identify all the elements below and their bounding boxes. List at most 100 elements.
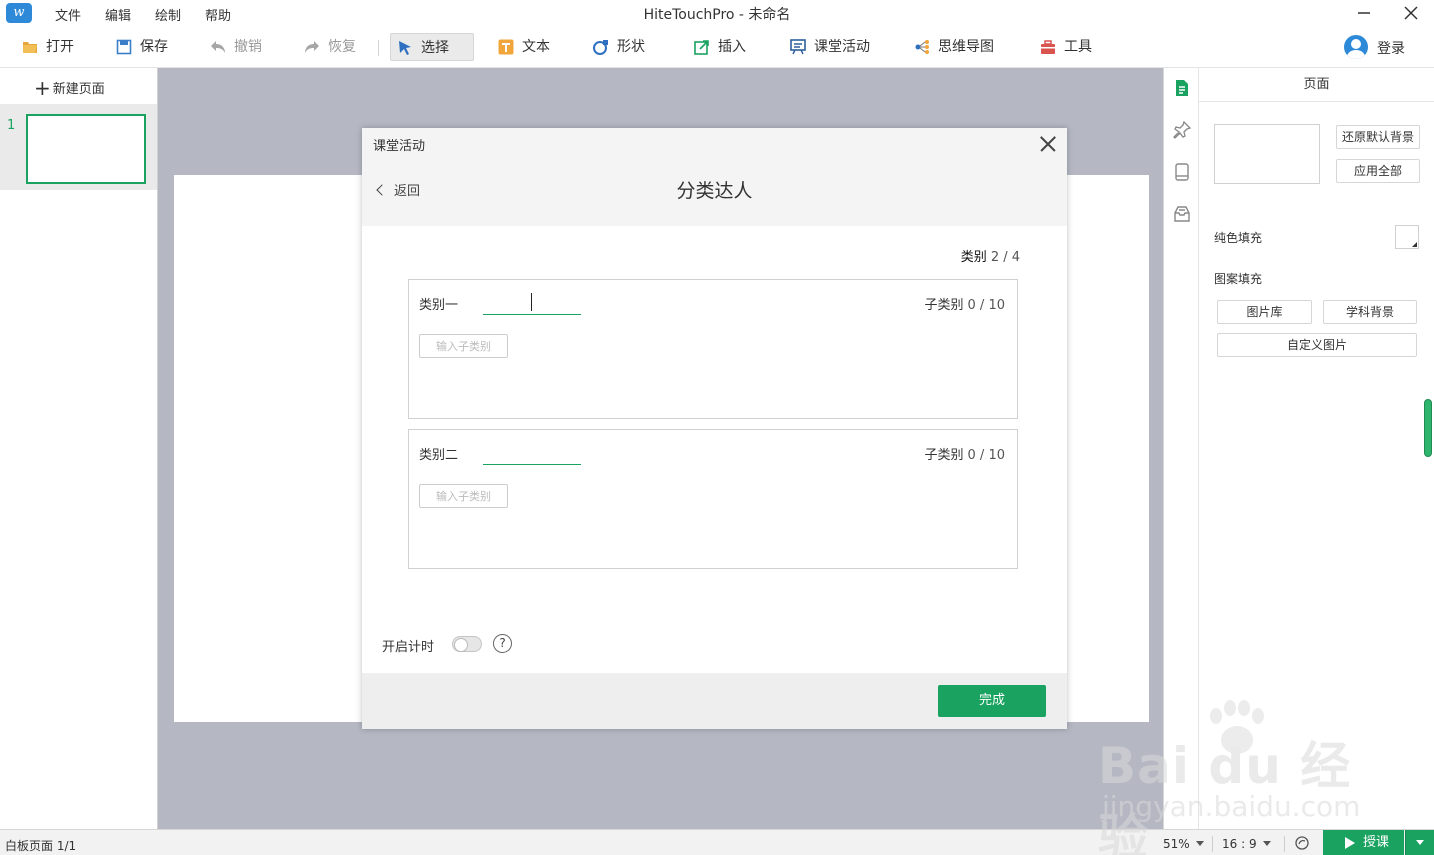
activity-heading: 分类达人 xyxy=(676,180,753,202)
shape-label: 形状 xyxy=(617,39,645,55)
teach-options-dropdown[interactable] xyxy=(1405,830,1434,855)
custom-image-button[interactable]: 自定义图片 xyxy=(1217,333,1417,357)
activity-button[interactable]: 课堂活动 xyxy=(784,33,878,61)
select-button[interactable]: 选择 xyxy=(390,33,474,61)
status-divider xyxy=(1212,836,1213,852)
subcategory-counter-label: 子类别 xyxy=(924,298,964,313)
image-library-button[interactable]: 图片库 xyxy=(1217,300,1312,324)
new-page-button[interactable]: + 新建页面 xyxy=(34,76,105,100)
page-thumbnail[interactable] xyxy=(26,114,146,184)
text-caret xyxy=(531,293,532,311)
minimize-icon xyxy=(1358,12,1370,14)
category-counter-value: 2 / 4 xyxy=(990,250,1020,265)
chevron-down-icon xyxy=(1262,841,1271,846)
page-status: 白板页面 1/1 xyxy=(5,839,77,853)
apply-all-button[interactable]: 应用全部 xyxy=(1336,159,1420,183)
minimize-button[interactable] xyxy=(1341,0,1387,26)
side-icon-strip xyxy=(1163,68,1199,829)
undo-icon xyxy=(211,41,225,53)
done-button[interactable]: 完成 xyxy=(938,685,1046,717)
status-bar: 白板页面 1/1 51% 16 : 9 授课 xyxy=(0,829,1434,855)
toolbox-icon xyxy=(1041,40,1055,54)
dialog-close-icon[interactable] xyxy=(1036,132,1060,156)
text-icon xyxy=(498,39,514,55)
page-settings-icon[interactable] xyxy=(1172,78,1192,98)
undo-label: 撤销 xyxy=(234,39,262,55)
shape-icon xyxy=(593,40,608,55)
help-icon[interactable]: ? xyxy=(493,634,512,653)
open-label: 打开 xyxy=(46,39,74,55)
category-counter: 类别 2 / 4 xyxy=(961,246,1020,265)
tools-button[interactable]: 工具 xyxy=(1034,33,1100,61)
shape-button[interactable]: 形状 xyxy=(587,33,653,61)
menu-draw[interactable]: 绘制 xyxy=(155,5,181,24)
status-divider xyxy=(1284,836,1285,852)
zoom-dropdown[interactable]: 51% xyxy=(1163,837,1204,851)
chevron-down-icon xyxy=(1195,841,1204,846)
page-properties-panel: 页面 还原默认背景 应用全部 纯色填充 图案填充 图片库 学科背景 自定义图片 xyxy=(1199,68,1434,829)
cursor-arrow-icon xyxy=(399,41,411,55)
pin-icon[interactable] xyxy=(1172,120,1192,140)
aspect-ratio-value: 16 : 9 xyxy=(1222,837,1257,851)
pattern-fill-label: 图案填充 xyxy=(1214,272,1263,286)
timer-toggle[interactable] xyxy=(452,636,482,652)
toolbar-divider xyxy=(378,40,379,56)
subcategory-counter-label: 子类别 xyxy=(924,448,964,463)
book-icon[interactable] xyxy=(1172,162,1192,182)
menu-edit[interactable]: 编辑 xyxy=(105,5,131,24)
classroom-activity-dialog: 课堂活动 返回 分类达人 类别2 / 4 类别一 子类别0 / 10 类别二 子… xyxy=(362,128,1067,729)
subject-background-button[interactable]: 学科背景 xyxy=(1323,300,1417,324)
zoom-value: 51% xyxy=(1163,837,1190,851)
redo-button[interactable]: 恢复 xyxy=(298,33,364,61)
classroom-activity-icon xyxy=(790,39,806,55)
category-label: 类别二 xyxy=(419,448,459,463)
category-counter-label: 类别 xyxy=(960,250,987,265)
title-bar: w 文件 编辑 绘制 帮助 HiteTouchPro - 未命名 xyxy=(0,0,1434,26)
dialog-header: 课堂活动 返回 分类达人 xyxy=(362,128,1067,226)
timer-label: 开启计时 xyxy=(382,640,435,655)
open-button[interactable]: 打开 xyxy=(16,33,82,61)
category-name-input[interactable] xyxy=(483,290,581,315)
category-name-input[interactable] xyxy=(483,440,581,465)
user-avatar-icon[interactable] xyxy=(1344,35,1368,59)
save-icon xyxy=(116,39,132,55)
app-logo-icon: w xyxy=(6,3,32,23)
start-teaching-button[interactable]: 授课 xyxy=(1323,830,1404,855)
aspect-ratio-dropdown[interactable]: 16 : 9 xyxy=(1222,837,1271,851)
save-label: 保存 xyxy=(140,39,168,55)
dialog-title: 课堂活动 xyxy=(373,139,426,154)
save-button[interactable]: 保存 xyxy=(110,33,176,61)
subcategory-input[interactable] xyxy=(419,334,508,358)
mindmap-button[interactable]: 思维导图 xyxy=(908,33,1002,61)
select-label: 选择 xyxy=(421,40,449,56)
panel-title: 页面 xyxy=(1199,68,1434,102)
login-button[interactable]: 登录 xyxy=(1377,38,1405,58)
category-card: 类别二 子类别 0 / 10 xyxy=(408,429,1018,569)
background-preview xyxy=(1214,124,1320,184)
archive-icon[interactable] xyxy=(1172,204,1192,224)
page-thumbnail-row[interactable]: 1 xyxy=(0,104,157,190)
insert-icon xyxy=(694,40,709,55)
redo-icon xyxy=(305,41,319,53)
menu-help[interactable]: 帮助 xyxy=(205,5,231,24)
redo-label: 恢复 xyxy=(328,39,356,55)
plus-icon: + xyxy=(34,76,51,100)
mindmap-icon xyxy=(915,40,929,54)
tools-label: 工具 xyxy=(1064,39,1092,55)
fill-color-picker[interactable] xyxy=(1395,225,1419,249)
hand-gesture-icon[interactable] xyxy=(1294,835,1310,851)
text-button[interactable]: 文本 xyxy=(492,33,558,61)
close-window-button[interactable] xyxy=(1388,0,1434,26)
menu-file[interactable]: 文件 xyxy=(55,5,81,24)
main-toolbar: 打开 保存 撤销 恢复 选择 文本 形状 插入 课堂活动 思维导图 工具 xyxy=(0,26,1434,68)
subcategory-counter-value: 0 / 10 xyxy=(967,448,1005,463)
teach-label: 授课 xyxy=(1363,835,1390,850)
mindmap-label: 思维导图 xyxy=(938,39,994,55)
folder-icon xyxy=(23,42,37,53)
undo-button[interactable]: 撤销 xyxy=(204,33,270,61)
insert-button[interactable]: 插入 xyxy=(688,33,754,61)
restore-default-bg-button[interactable]: 还原默认背景 xyxy=(1336,125,1420,149)
panel-scrollbar[interactable] xyxy=(1424,399,1432,457)
subcategory-input[interactable] xyxy=(419,484,508,508)
subcategory-counter: 子类别 0 / 10 xyxy=(925,444,1005,463)
